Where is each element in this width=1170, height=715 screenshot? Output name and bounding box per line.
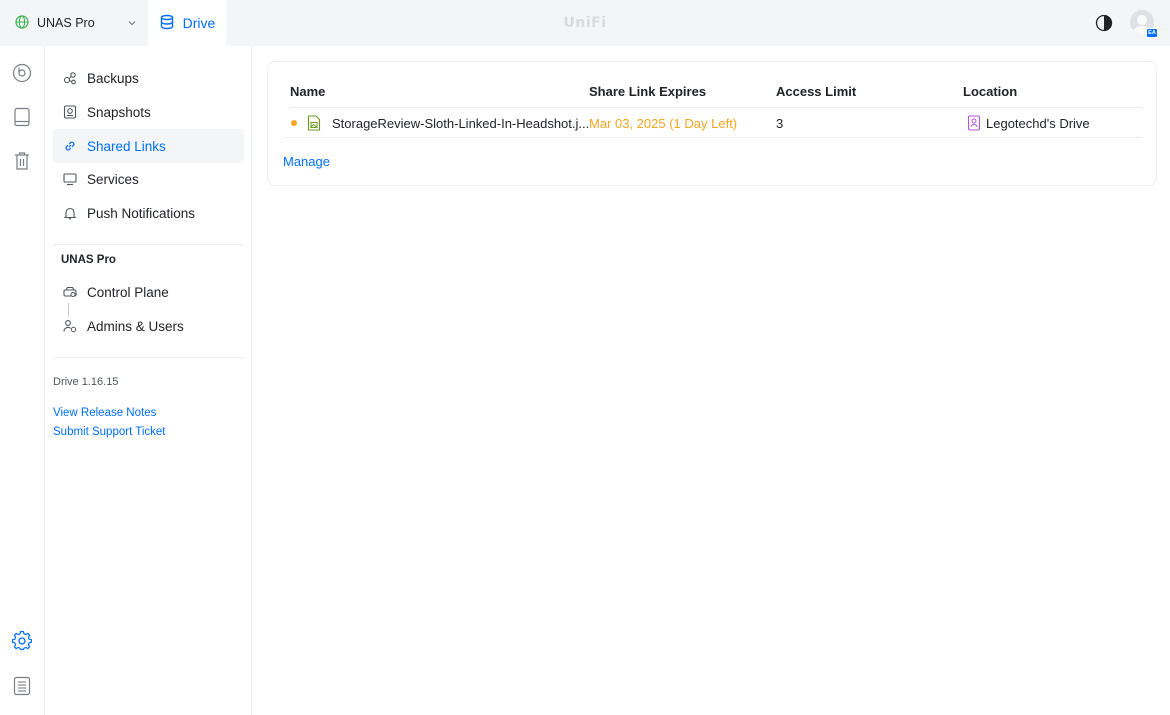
trash-icon[interactable] [9, 148, 35, 174]
sidebar-item-label: Snapshots [87, 104, 151, 120]
bell-icon [63, 206, 77, 220]
table-row[interactable]: StorageReview-Sloth-Linked-In-Headshot.j… [283, 108, 1142, 138]
monitor-icon [63, 172, 77, 186]
file-name: StorageReview-Sloth-Linked-In-Headshot.j… [332, 116, 590, 131]
image-file-icon [307, 115, 321, 131]
sidebar-item-label: Admins & Users [87, 318, 184, 334]
table-header: Name Share Link Expires Access Limit Loc… [290, 84, 1142, 108]
link-icon [63, 139, 77, 153]
view-release-notes-link[interactable]: View Release Notes [53, 407, 156, 419]
access-limit: 3 [776, 116, 784, 131]
divider [53, 357, 244, 358]
admins-icon [63, 319, 77, 333]
location-name: Legotechd's Drive [986, 116, 1090, 131]
sidebar-item-push-notifications[interactable]: Push Notifications [53, 196, 244, 230]
manage-link[interactable]: Manage [283, 154, 330, 169]
tab-drive-label: Drive [182, 15, 216, 31]
drives-icon[interactable] [9, 104, 35, 130]
settings-sidebar: Backups Snapshots Shared Links Services … [45, 46, 252, 715]
snapshots-icon [63, 105, 77, 119]
settings-gear-icon[interactable] [9, 628, 35, 654]
control-plane-icon [63, 285, 77, 299]
theme-toggle-icon[interactable] [1094, 13, 1114, 33]
logs-icon[interactable] [9, 673, 35, 699]
console-name: UNAS Pro [37, 16, 95, 30]
column-header-access-limit[interactable]: Access Limit [776, 84, 856, 99]
app-rail [0, 46, 45, 715]
chevron-down-icon [128, 18, 136, 29]
section-title-unas-pro: UNAS Pro [61, 254, 116, 266]
sidebar-item-shared-links[interactable]: Shared Links [53, 129, 244, 163]
tab-drive[interactable]: Drive [148, 0, 226, 46]
main-content: Name Share Link Expires Access Limit Loc… [252, 46, 1170, 715]
column-header-name[interactable]: Name [290, 84, 325, 99]
column-header-location[interactable]: Location [963, 84, 1017, 99]
sidebar-item-backups[interactable]: Backups [53, 61, 244, 95]
column-header-expires[interactable]: Share Link Expires [589, 84, 706, 99]
sidebar-item-control-plane[interactable]: Control Plane [53, 275, 244, 309]
sidebar-item-snapshots[interactable]: Snapshots [53, 95, 244, 129]
sidebar-item-label: Services [87, 171, 139, 187]
sidebar-item-services[interactable]: Services [53, 162, 244, 196]
app-version: Drive 1.16.15 [53, 376, 119, 388]
console-switcher[interactable]: UNAS Pro [0, 0, 148, 46]
expiry-date: Mar 03, 2025 (1 Day Left) [589, 116, 738, 131]
user-avatar[interactable]: EA [1130, 10, 1158, 38]
sidebar-item-label: Control Plane [87, 284, 169, 300]
sidebar-item-label: Push Notifications [87, 205, 196, 221]
backups-icon [63, 71, 77, 85]
divider [53, 244, 244, 245]
shared-links-card: Name Share Link Expires Access Limit Loc… [267, 61, 1157, 186]
sidebar-item-label: Backups [87, 70, 139, 86]
submit-support-ticket-link[interactable]: Submit Support Ticket [53, 426, 166, 438]
recent-icon[interactable] [9, 60, 35, 86]
globe-icon [15, 14, 29, 32]
status-dot [291, 120, 297, 126]
avatar-badge: EA [1146, 28, 1158, 38]
drive-location-icon [967, 115, 981, 131]
top-bar: UNAS Pro Drive UniFi EA [0, 0, 1170, 46]
sidebar-item-label: Shared Links [87, 138, 166, 154]
database-icon [159, 14, 175, 33]
sidebar-item-admins-users[interactable]: Admins & Users [53, 309, 244, 343]
